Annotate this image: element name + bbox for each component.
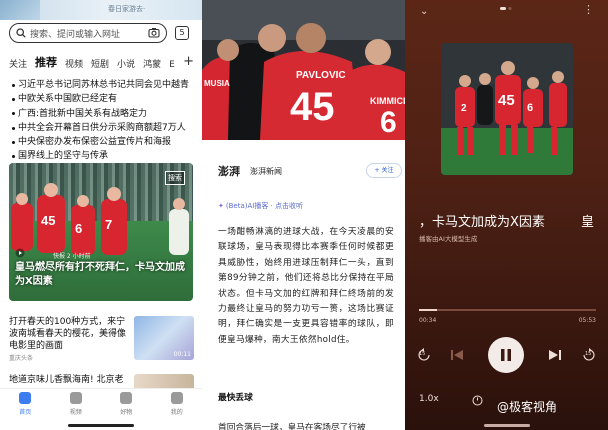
pause-button[interactable]: [488, 337, 524, 373]
more-icon[interactable]: ⋮: [583, 3, 594, 16]
top-banner: 春日家游去·: [0, 0, 202, 20]
banner-text: 春日家游去·: [108, 5, 146, 13]
svg-text:7: 7: [105, 217, 112, 232]
track-subtitle: 播客由AI大模型生成: [419, 235, 478, 243]
home-icon: [19, 392, 32, 404]
bullet-icon: [12, 140, 15, 144]
chevron-down-icon[interactable]: ⌄: [420, 6, 428, 17]
author-logo[interactable]: 澎湃: [218, 163, 240, 179]
headline-item[interactable]: 国界线上的坚守与传承: [12, 149, 202, 163]
home-indicator[interactable]: [68, 424, 134, 427]
bullet-icon: [12, 155, 15, 159]
svg-text:6: 6: [380, 106, 397, 139]
album-art: 45 6 2: [441, 43, 573, 175]
tab-recommend[interactable]: 推荐: [35, 54, 57, 70]
next-icon[interactable]: [548, 349, 562, 361]
hero-image: PAVLOVIC 45 KIMMICH 6 MUSIA: [202, 0, 405, 140]
track-title-next: 皇: [581, 215, 595, 230]
album-players: 45 6 2: [441, 43, 573, 175]
banner-decoration: [0, 0, 40, 20]
article-thumbnail[interactable]: 00:11: [134, 316, 194, 360]
ai-podcast-link[interactable]: ✦ (Beta)AI播客 · 点击收听: [218, 201, 303, 211]
card-meta: 快报 2 小时前: [53, 253, 91, 260]
headline-list: 习近平总书记同苏林总书记共同会见中越青 中欧关系中国欧已经定有 广西:首批新中国…: [12, 78, 202, 164]
svg-text:45: 45: [498, 92, 515, 109]
video-icon: [69, 392, 82, 404]
svg-text:45: 45: [290, 85, 335, 129]
sparkle-icon: ✦: [218, 202, 224, 210]
video-duration: 00:11: [173, 351, 191, 358]
article-panel: PAVLOVIC 45 KIMMICH 6 MUSIA 澎湃 澎湃新闻 + 关注…: [202, 0, 405, 430]
svg-text:45: 45: [41, 213, 55, 228]
tab-count-button[interactable]: 5: [175, 26, 189, 40]
bullet-icon: [12, 126, 15, 130]
progress-fill: [419, 309, 437, 311]
svg-text:6: 6: [527, 102, 533, 114]
tab-video[interactable]: 视频: [65, 57, 83, 70]
card-title: 皇马燃尽所有打不死拜仁，卡马文加成为X因素: [15, 262, 185, 287]
svg-text:2: 2: [461, 103, 467, 114]
headline-item[interactable]: 中共全会开幕首日供分示采购商额超7万人: [12, 121, 202, 135]
audio-player-panel: ⌄ ⋮ 45 6 2 ，卡马文加成为X因素 皇 播客由AI大模型生成 00:34 0…: [405, 0, 608, 430]
section-heading: 最快丢球: [218, 393, 253, 403]
svg-text:6: 6: [75, 221, 82, 236]
bag-icon: [120, 392, 133, 404]
time-current: 00:34: [419, 317, 437, 324]
hero-players: PAVLOVIC 45 KIMMICH 6 MUSIA: [202, 0, 405, 140]
camera-icon[interactable]: [148, 27, 160, 38]
tab-more-cut[interactable]: E: [169, 60, 175, 70]
search-placeholder: 搜索、提问或输入网址: [30, 29, 121, 40]
play-icon: [15, 248, 25, 258]
tab-short-drama[interactable]: 短剧: [91, 57, 109, 70]
article-source: 重庆头条: [9, 355, 34, 362]
author-row: 澎湃 澎湃新闻 + 关注: [218, 161, 402, 185]
tab-follow[interactable]: 关注: [9, 57, 27, 70]
previous-icon[interactable]: [450, 349, 464, 361]
watermark: @极客视角: [497, 400, 558, 414]
progress-bar[interactable]: [419, 309, 596, 311]
tab-harmony[interactable]: 鸿蒙: [143, 57, 161, 70]
search-icon: [16, 28, 26, 38]
add-channel-icon[interactable]: +: [183, 54, 194, 69]
tab-novel[interactable]: 小说: [117, 57, 135, 70]
home-indicator[interactable]: [484, 424, 530, 427]
svg-text:KIMMICH: KIMMICH: [370, 96, 405, 106]
article-title[interactable]: 打开春天的100种方式，来宁波南城看春天的樱花，美得像电影里的画面: [9, 316, 131, 352]
search-input[interactable]: 搜索、提问或输入网址: [9, 23, 167, 43]
bullet-icon: [12, 83, 15, 87]
featured-video-card[interactable]: 45 6 7 搜索 快报 2 小时前 皇马燃尽所有打不死拜仁，卡马文加成为X因素: [9, 163, 193, 301]
nav-home[interactable]: 首页: [5, 392, 45, 430]
news-feed-panel: 春日家游去· 搜索、提问或输入网址 5 关注 推荐 视频 短剧 小说 鸿蒙 E …: [0, 0, 202, 430]
article-tail: 首回合落后一球，皇马在客场尽了行被: [218, 423, 366, 430]
bullet-icon: [12, 112, 15, 116]
article-body: 一场酣畅淋漓的进球大战，在今天凌晨的安联球场，皇马表现得比本赛季任何时候都更具威…: [218, 227, 394, 345]
user-icon: [170, 392, 183, 404]
headline-item[interactable]: 中央保密办发布保密公益宣传片和海报: [12, 135, 202, 149]
playback-speed[interactable]: 1.0x: [419, 394, 439, 404]
nav-mine[interactable]: 我的: [157, 392, 197, 430]
pause-icon: [501, 349, 511, 361]
timer-icon[interactable]: [472, 395, 483, 406]
channel-tabs: 关注 推荐 视频 短剧 小说 鸿蒙 E +: [9, 52, 202, 70]
svg-text:PAVLOVIC: PAVLOVIC: [296, 70, 346, 81]
page-dots: [500, 7, 512, 10]
svg-text:MUSIA: MUSIA: [204, 79, 230, 88]
watermark-badge: 搜索: [165, 171, 185, 185]
follow-button[interactable]: + 关注: [366, 163, 402, 178]
forward-seconds: 15: [585, 351, 592, 357]
article-title[interactable]: 地道京味儿香飘海南! 北京老: [9, 374, 131, 386]
author-name[interactable]: 澎湃新闻: [250, 166, 282, 177]
headline-item[interactable]: 习近平总书记同苏林总书记共同会见中越青: [12, 78, 202, 92]
track-title: ，卡马文加成为X因素: [419, 215, 545, 230]
headline-item[interactable]: 中欧关系中国欧已经定有: [12, 92, 202, 106]
headline-item[interactable]: 广西:首批新中国关系有战略定力: [12, 107, 202, 121]
rewind-seconds: 15: [419, 351, 426, 357]
time-total: 05:53: [578, 317, 596, 324]
bullet-icon: [12, 97, 15, 101]
